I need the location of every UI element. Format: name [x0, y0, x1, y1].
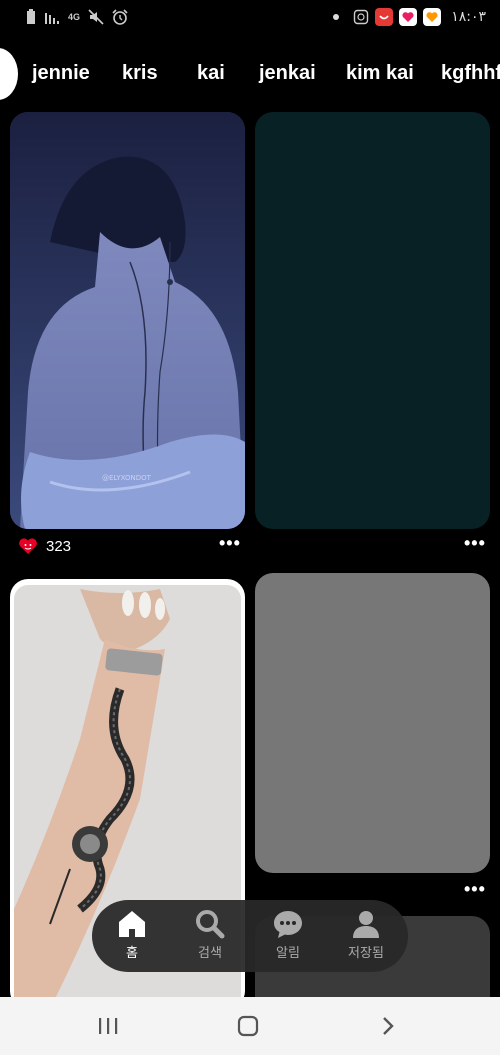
search-icon	[196, 910, 225, 939]
alarm-icon	[112, 9, 128, 25]
chat-bubble-icon	[274, 911, 302, 938]
status-time: ١٨:٠٣	[451, 9, 486, 25]
bottom-navigation-bar: 홈 검색 알림 저장됨	[92, 900, 408, 972]
pin-card-dark-teal[interactable]	[255, 112, 490, 529]
back-portrait-image: @ELYXONDOT	[10, 112, 245, 529]
recent-apps-button[interactable]	[88, 1011, 128, 1041]
status-bar: 4G ١٨:٠٣	[0, 0, 500, 38]
app-notification-icon	[399, 8, 418, 26]
profile-icon	[353, 911, 379, 938]
pin-more-options-icon[interactable]: •••	[464, 879, 486, 900]
nav-home[interactable]: 홈	[100, 908, 164, 961]
home-system-button[interactable]	[228, 1011, 268, 1041]
nav-search-label: 검색	[198, 946, 222, 961]
tab-kim-kai[interactable]: kim kai	[346, 62, 414, 85]
reaction-count: 323	[46, 537, 72, 555]
notification-dot-icon	[333, 14, 340, 20]
nav-home-label: 홈	[126, 946, 138, 961]
board-tabs: jennie kris kai jenkai kim kai kgfhhf	[0, 44, 500, 104]
heart-reaction-icon	[19, 538, 37, 554]
back-system-button[interactable]	[368, 1011, 408, 1041]
nav-notifications-label: 알림	[276, 946, 300, 961]
pin-card-gray[interactable]	[255, 573, 490, 873]
tab-kgfhhf[interactable]: kgfhhf	[441, 62, 500, 85]
image-watermark: @ELYXONDOT	[102, 474, 152, 482]
tab-jenkai[interactable]: jenkai	[259, 62, 316, 85]
pin-reaction-row: 323	[18, 537, 71, 555]
pin-card-back-portrait[interactable]: @ELYXONDOT	[10, 112, 245, 529]
home-icon	[119, 911, 145, 937]
mute-icon	[88, 9, 104, 25]
system-navigation-bar	[0, 997, 500, 1055]
home-square-icon	[237, 1015, 259, 1037]
nav-saved[interactable]: 저장됨	[334, 908, 398, 961]
tab-jennie[interactable]: jennie	[32, 62, 90, 85]
tab-kai[interactable]: kai	[197, 62, 225, 85]
chevron-right-icon	[383, 1017, 394, 1035]
recent-apps-icon	[99, 1018, 118, 1034]
profile-avatar[interactable]	[0, 48, 18, 100]
pin-more-options-icon[interactable]: •••	[219, 533, 241, 554]
app-notification-icon	[375, 8, 394, 26]
pin-more-options-icon[interactable]: •••	[464, 533, 486, 554]
battery-icon	[27, 9, 35, 24]
network-4g-icon: 4G	[68, 11, 81, 22]
nav-search[interactable]: 검색	[178, 908, 242, 961]
nav-notifications[interactable]: 알림	[256, 908, 320, 961]
app-notification-icon	[423, 8, 442, 26]
tab-kris[interactable]: kris	[122, 62, 158, 85]
nav-saved-label: 저장됨	[348, 946, 384, 961]
signal-icon	[45, 13, 59, 24]
screenshot-icon	[354, 9, 369, 25]
